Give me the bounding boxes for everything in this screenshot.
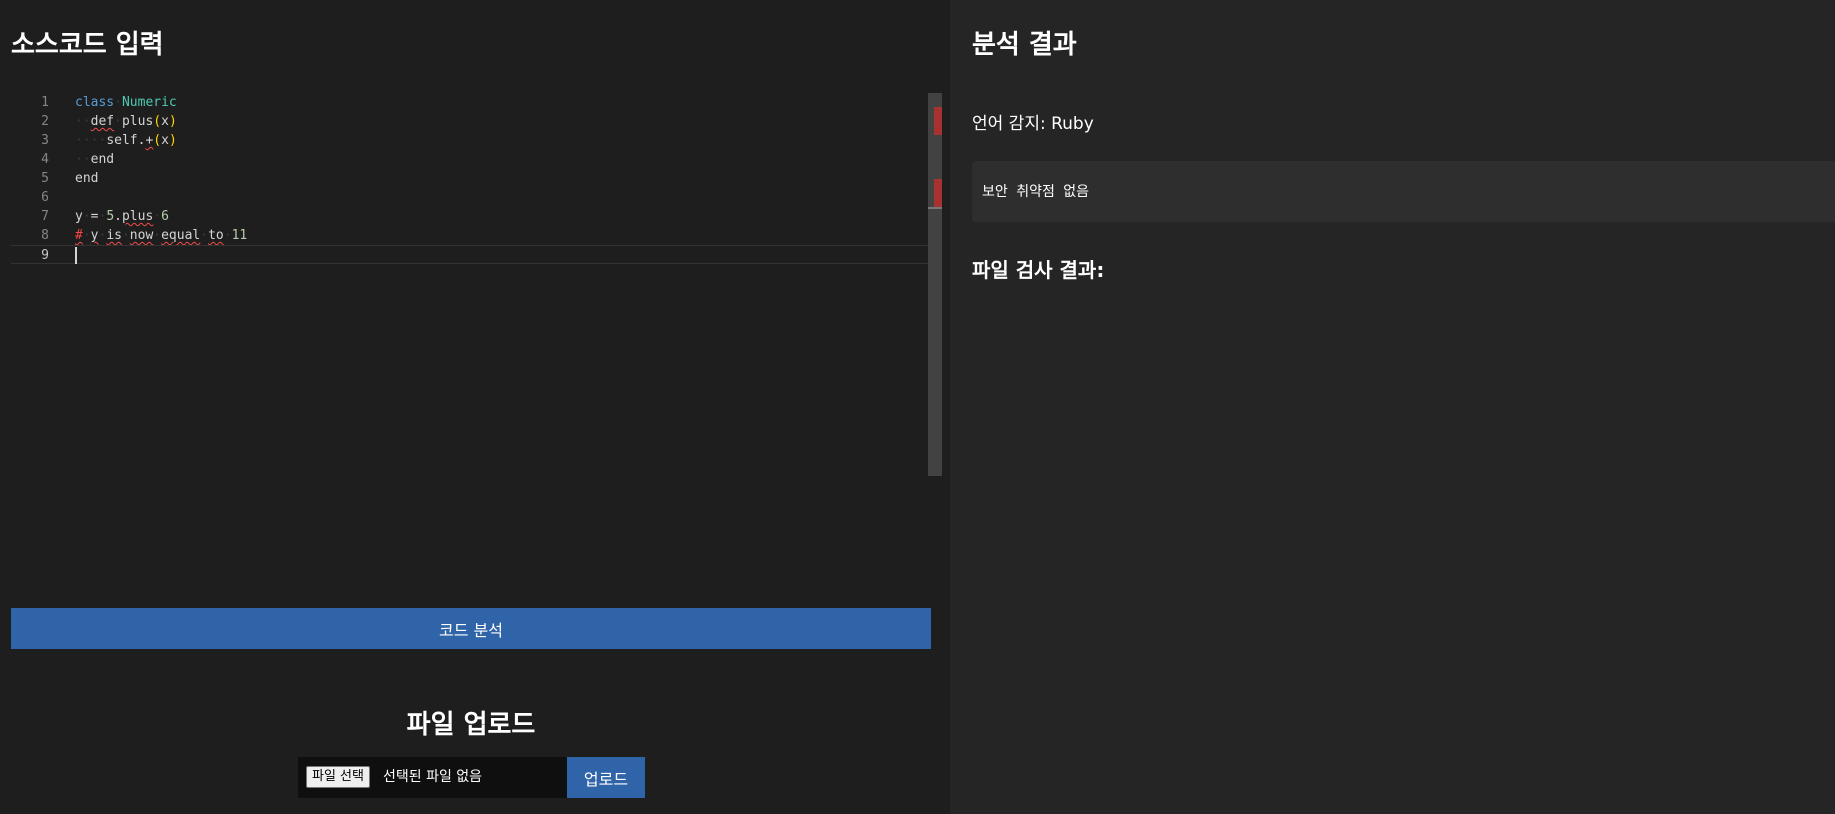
error-marker bbox=[934, 179, 942, 207]
code-input-panel: 소스코드 입력 1 class·Numeric 2 ··def·plus(x) … bbox=[0, 0, 950, 814]
code-line: end bbox=[75, 171, 99, 186]
analyze-code-button[interactable]: 코드 분석 bbox=[11, 608, 931, 649]
code-line: #·y·is·now·equal·to·11 bbox=[75, 228, 248, 243]
result-message: 보안 취약점 없음 bbox=[982, 184, 1090, 200]
editor-line: 7 y·=·5.plus·6 bbox=[11, 207, 931, 226]
file-input: 파일 선택 선택된 파일 없음 bbox=[298, 757, 567, 798]
file-upload-title: 파일 업로드 bbox=[406, 710, 536, 740]
line-number: 5 bbox=[41, 171, 49, 186]
editor-line-current: 9 bbox=[11, 245, 931, 264]
code-line: class·Numeric bbox=[75, 95, 177, 110]
file-result-title: 파일 검사 결과: bbox=[972, 258, 1105, 282]
editor-line: 3 ····self.+(x) bbox=[11, 131, 931, 150]
choose-file-button[interactable]: 파일 선택 bbox=[306, 766, 370, 788]
editor-line: 8 #·y·is·now·equal·to·11 bbox=[11, 226, 931, 245]
analysis-result-panel: 분석 결과 언어 감지: Ruby 보안 취약점 없음 파일 검사 결과: bbox=[950, 0, 1835, 814]
file-status-text: 선택된 파일 없음 bbox=[383, 769, 483, 785]
code-line: ··end bbox=[75, 152, 115, 167]
code-editor[interactable]: 1 class·Numeric 2 ··def·plus(x) 3 ····se… bbox=[11, 93, 942, 476]
editor-scrollbar[interactable] bbox=[928, 93, 942, 476]
line-number: 4 bbox=[41, 152, 49, 167]
analysis-result-title: 분석 결과 bbox=[972, 30, 1077, 60]
editor-line: 2 ··def·plus(x) bbox=[11, 112, 931, 131]
error-marker bbox=[934, 107, 942, 135]
cursor-position-marker bbox=[928, 207, 942, 209]
line-number: 7 bbox=[41, 209, 49, 224]
line-number: 2 bbox=[41, 114, 49, 129]
editor-line: 4 ··end bbox=[11, 150, 931, 169]
result-box: 보안 취약점 없음 bbox=[972, 161, 1835, 222]
line-number: 9 bbox=[41, 248, 49, 263]
code-line: y·=·5.plus·6 bbox=[75, 209, 169, 224]
code-line: ····self.+(x) bbox=[75, 133, 177, 148]
editor-line: 5 end bbox=[11, 169, 931, 188]
text-cursor bbox=[75, 247, 77, 264]
language-detect-text: 언어 감지: Ruby bbox=[972, 114, 1094, 134]
line-number: 3 bbox=[41, 133, 49, 148]
line-number: 8 bbox=[41, 228, 49, 243]
upload-button[interactable]: 업로드 bbox=[567, 757, 645, 798]
code-line: ··def·plus(x) bbox=[75, 114, 177, 129]
editor-line: 6 bbox=[11, 188, 931, 207]
line-number: 1 bbox=[41, 95, 49, 110]
code-input-title: 소스코드 입력 bbox=[11, 30, 164, 60]
editor-line: 1 class·Numeric bbox=[11, 93, 931, 112]
line-number: 6 bbox=[41, 190, 49, 205]
